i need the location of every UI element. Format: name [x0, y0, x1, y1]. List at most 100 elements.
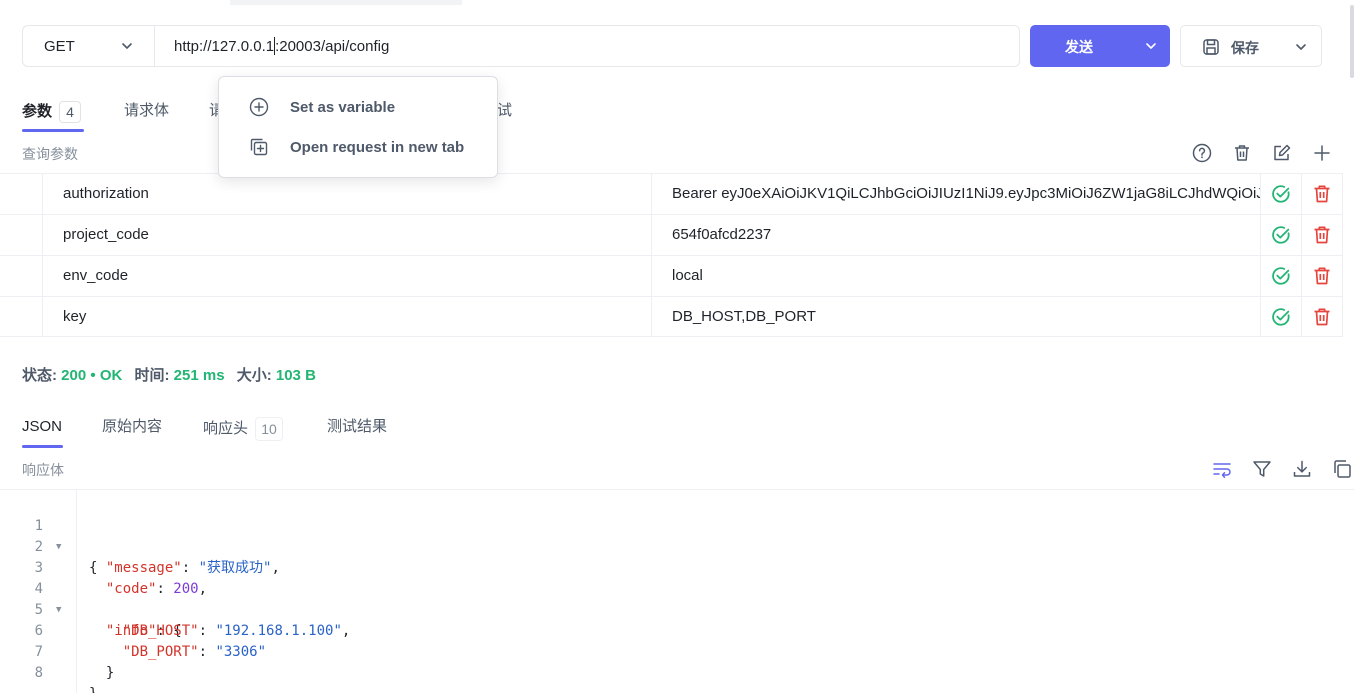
check-circle-icon: [1272, 185, 1290, 203]
trash-icon: [1314, 185, 1330, 203]
enable-toggle[interactable]: [1261, 215, 1302, 255]
copy-icon[interactable]: [1331, 458, 1353, 480]
json-key: "DB_PORT": [122, 644, 199, 660]
table-row: env_code local: [0, 255, 1343, 296]
tab-partial-right-label: 试: [497, 102, 513, 119]
code-line: 5 "DB_HOST": "192.168.1.100",: [0, 579, 351, 639]
size-label: 大小:: [236, 367, 272, 384]
param-value-cell[interactable]: 654f0afcd2237: [652, 215, 1261, 255]
status-label: 状态:: [22, 367, 57, 384]
top-tab-strip: [230, 0, 462, 5]
plus-icon[interactable]: [1311, 142, 1333, 164]
param-key-cell[interactable]: authorization: [43, 174, 652, 214]
enable-toggle[interactable]: [1261, 174, 1302, 214]
fold-toggle-icon[interactable]: ▼: [56, 537, 61, 558]
row-gutter[interactable]: [0, 174, 43, 214]
tab-params-label: 参数: [22, 102, 53, 120]
table-row: project_code 654f0afcd2237: [0, 214, 1343, 255]
tab-headers[interactable]: 响应头 10: [203, 417, 284, 441]
param-key-cell[interactable]: env_code: [43, 256, 652, 296]
menu-item-label: Open request in new tab: [290, 138, 465, 156]
headers-count-badge: 10: [255, 417, 284, 441]
menu-item-label: Set as variable: [290, 98, 396, 116]
chevron-down-icon: [122, 43, 132, 49]
json-string: "192.168.1.100": [215, 623, 342, 639]
tab-partial-right[interactable]: 试: [497, 101, 512, 121]
tab-tests[interactable]: 测试结果: [327, 417, 387, 437]
save-button[interactable]: 保存: [1180, 25, 1322, 67]
code-line: 8 }: [0, 642, 98, 693]
params-count-badge: 4: [59, 101, 82, 123]
delete-row-button[interactable]: [1302, 174, 1343, 214]
check-circle-icon: [1272, 267, 1290, 285]
edit-icon[interactable]: [1271, 142, 1293, 164]
json-key: "code": [105, 581, 157, 597]
code-line: 3 "code": 200,: [0, 537, 207, 597]
active-tab-indicator: [22, 445, 63, 448]
tab-params[interactable]: 参数 4: [22, 101, 82, 123]
check-circle-icon: [1272, 308, 1290, 326]
status-code: 200: [61, 367, 87, 384]
trash-icon[interactable]: [1231, 142, 1253, 164]
scrollbar[interactable]: [1350, 5, 1354, 78]
new-tab-icon: [250, 138, 268, 156]
delete-row-button[interactable]: [1302, 256, 1343, 296]
save-icon: [1203, 39, 1219, 55]
fold-toggle-icon[interactable]: ▼: [56, 600, 61, 621]
delete-row-button[interactable]: [1302, 215, 1343, 255]
menu-item-set-variable[interactable]: Set as variable: [219, 87, 497, 127]
row-gutter[interactable]: [0, 256, 43, 296]
param-value-cell[interactable]: local: [652, 256, 1261, 296]
filter-icon[interactable]: [1251, 458, 1273, 480]
code-line: 7 }: [0, 621, 115, 681]
chevron-down-icon[interactable]: [1144, 39, 1158, 53]
row-gutter[interactable]: [0, 215, 43, 255]
divider: [0, 489, 1354, 490]
menu-item-open-new-tab[interactable]: Open request in new tab: [219, 127, 497, 167]
trash-icon: [1314, 226, 1330, 244]
download-icon[interactable]: [1291, 458, 1313, 480]
context-menu: Set as variable Open request in new tab: [218, 76, 498, 178]
save-label: 保存: [1231, 40, 1259, 56]
line-number: 8: [34, 665, 43, 681]
tab-headers-label: 响应头: [203, 419, 249, 437]
response-status-line: 状态: 200 • OK 时间: 251 ms 大小: 103 B: [22, 364, 316, 385]
time-value: 251 ms: [173, 367, 225, 384]
help-icon[interactable]: [1191, 142, 1213, 164]
json-string: "获取成功": [198, 560, 272, 576]
send-button[interactable]: 发送: [1030, 25, 1170, 67]
code-line: 6 "DB_PORT": "3306": [0, 600, 266, 660]
code-line: 4 ▼ "info": {: [0, 558, 182, 639]
method-select[interactable]: GET: [22, 25, 154, 67]
enable-toggle[interactable]: [1261, 256, 1302, 296]
query-params-title: 查询参数: [22, 146, 78, 162]
delete-row-button[interactable]: [1302, 297, 1343, 337]
code-line: 2 "message": "获取成功",: [0, 516, 280, 576]
enable-toggle[interactable]: [1261, 297, 1302, 337]
wrap-lines-icon[interactable]: [1211, 458, 1233, 480]
tab-body[interactable]: 请求体: [124, 101, 169, 121]
row-gutter[interactable]: [0, 297, 43, 337]
response-body-title: 响应体: [22, 462, 64, 478]
status-text: OK: [99, 367, 123, 384]
tab-json[interactable]: JSON: [22, 417, 62, 437]
status-dot: •: [90, 367, 96, 384]
params-table: authorization Bearer eyJ0eXAiOiJKV1QiLCJ…: [0, 173, 1343, 337]
chevron-down-icon[interactable]: [1294, 40, 1308, 54]
url-text-end: :20003/api/config: [275, 37, 390, 55]
time-label: 时间:: [134, 367, 170, 384]
param-key-cell[interactable]: project_code: [43, 215, 652, 255]
trash-icon: [1314, 308, 1330, 326]
param-key-cell[interactable]: key: [43, 297, 652, 337]
table-row: key DB_HOST,DB_PORT: [0, 296, 1343, 337]
method-label: GET: [44, 37, 75, 55]
param-value-cell[interactable]: Bearer eyJ0eXAiOiJKV1QiLCJhbGciOiJIUzI1N…: [652, 174, 1261, 214]
json-key: "DB_HOST": [122, 623, 199, 639]
size-value: 103 B: [275, 367, 316, 384]
tab-raw[interactable]: 原始内容: [102, 417, 162, 437]
url-text-start: http://127.0.0.1: [174, 37, 275, 55]
check-circle-icon: [1272, 226, 1290, 244]
url-input[interactable]: http://127.0.0.1:20003/api/config: [154, 25, 1020, 67]
param-value-cell[interactable]: DB_HOST,DB_PORT: [652, 297, 1261, 337]
table-row: authorization Bearer eyJ0eXAiOiJKV1QiLCJ…: [0, 173, 1343, 214]
